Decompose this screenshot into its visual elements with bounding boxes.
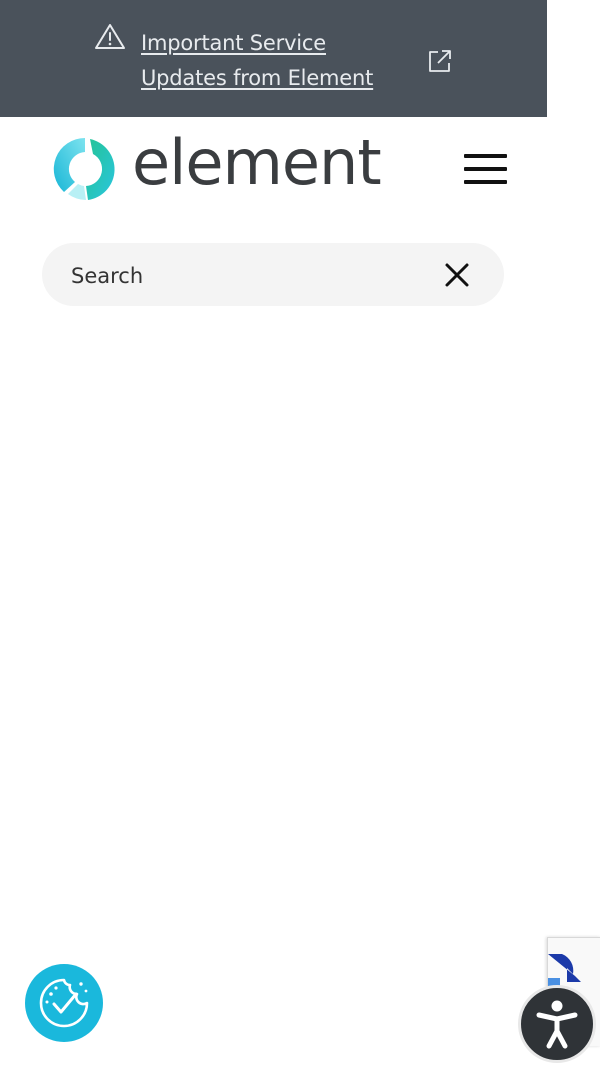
cookie-consent-icon: [39, 978, 89, 1028]
search-input[interactable]: [69, 243, 433, 308]
service-updates-link-line1: Important Service: [141, 31, 326, 55]
element-logo[interactable]: element: [50, 126, 382, 204]
warning-icon: [95, 24, 125, 49]
service-updates-link[interactable]: Important Service Updates from Element: [141, 26, 401, 96]
service-updates-banner: Important Service Updates from Element: [0, 0, 547, 117]
search-bar: [42, 243, 504, 308]
cookie-consent-button[interactable]: [25, 964, 103, 1042]
accessibility-button[interactable]: [518, 985, 596, 1063]
element-logo-icon: [53, 137, 115, 200]
close-icon[interactable]: [444, 262, 470, 288]
external-link-icon[interactable]: [426, 47, 454, 75]
accessibility-icon: [536, 1000, 578, 1049]
service-updates-link-line2: Updates from Element: [141, 66, 374, 90]
logo-wordmark: element: [132, 126, 382, 199]
hamburger-menu-icon[interactable]: [464, 152, 508, 188]
